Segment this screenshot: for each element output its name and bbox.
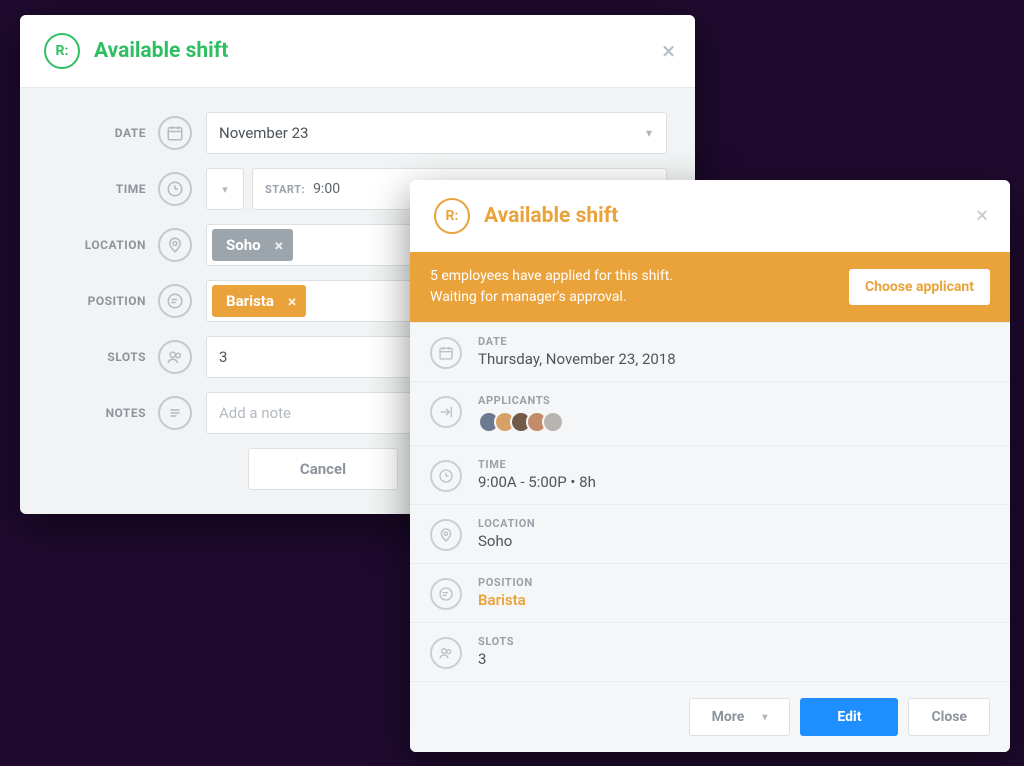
time-label: TIME [478,458,596,471]
location-label: LOCATION [478,517,535,530]
time-value: 9:00A - 5:00P • 8h [478,473,596,491]
notes-placeholder: Add a note [219,404,291,422]
modal-header: R: Available shift × [20,15,695,88]
date-label: DATE [478,335,676,348]
calendar-icon [430,337,462,369]
position-value: Barista [478,591,533,609]
banner-line-2: Waiting for manager's approval. [430,287,673,308]
position-label: POSITION [48,294,158,308]
close-icon[interactable]: × [662,39,675,63]
remove-position-icon[interactable]: × [288,292,297,311]
modal-footer: More Edit Close [410,682,1010,752]
detail-list: DATE Thursday, November 23, 2018 APPLICA… [410,322,1010,682]
detail-time: TIME 9:00A - 5:00P • 8h [410,446,1010,505]
close-icon[interactable]: × [976,204,988,229]
clock-icon [430,460,462,492]
choose-applicant-button[interactable]: Choose applicant [849,269,990,305]
banner-text: 5 employees have applied for this shift.… [430,266,673,308]
detail-date: DATE Thursday, November 23, 2018 [410,323,1010,382]
time-label: TIME [48,182,158,196]
detail-applicants: APPLICANTS [410,382,1010,446]
logo-icon: R: [434,198,470,234]
logo-icon: R: [44,33,80,69]
avatar[interactable] [542,411,564,433]
location-value: Soho [478,532,535,550]
notes-icon [158,396,192,430]
slots-value: 3 [219,348,227,366]
pin-icon [158,228,192,262]
slots-label: SLOTS [48,350,158,364]
detail-location: LOCATION Soho [410,505,1010,564]
arrow-in-icon [430,396,462,428]
start-label: START: [265,183,305,196]
location-chip-label: Soho [226,236,261,254]
date-value: November 23 [219,124,308,142]
position-chip-label: Barista [226,292,274,310]
date-label: DATE [48,126,158,140]
applicants-banner: 5 employees have applied for this shift.… [410,252,1010,322]
modal-title: Available shift [94,39,228,63]
date-row: DATE November 23 [48,112,667,154]
people-icon [430,637,462,669]
clock-icon [158,172,192,206]
applicants-label: APPLICANTS [478,394,564,407]
more-button[interactable]: More [689,698,791,736]
time-prev-button[interactable]: ▾ [206,168,244,210]
calendar-icon [158,116,192,150]
badge-icon [158,284,192,318]
applicant-avatars[interactable] [478,411,564,433]
date-select[interactable]: November 23 [206,112,667,154]
detail-slots: SLOTS 3 [410,623,1010,682]
remove-location-icon[interactable]: × [275,236,284,255]
people-icon [158,340,192,374]
banner-line-1: 5 employees have applied for this shift. [430,266,673,287]
slots-label: SLOTS [478,635,514,648]
date-value: Thursday, November 23, 2018 [478,350,676,368]
pin-icon [430,519,462,551]
badge-icon [430,578,462,610]
modal-header: R: Available shift × [410,180,1010,252]
detail-position: POSITION Barista [410,564,1010,623]
position-chip: Barista × [212,285,306,317]
notes-label: NOTES [48,406,158,420]
edit-button[interactable]: Edit [800,698,898,736]
cancel-button[interactable]: Cancel [248,448,398,490]
location-label: LOCATION [48,238,158,252]
shift-detail-modal: R: Available shift × 5 employees have ap… [410,180,1010,752]
start-time-value: 9:00 [313,181,340,197]
position-label: POSITION [478,576,533,589]
modal-title: Available shift [484,204,618,228]
location-chip: Soho × [212,229,293,261]
close-button[interactable]: Close [908,698,990,736]
slots-value: 3 [478,650,514,668]
